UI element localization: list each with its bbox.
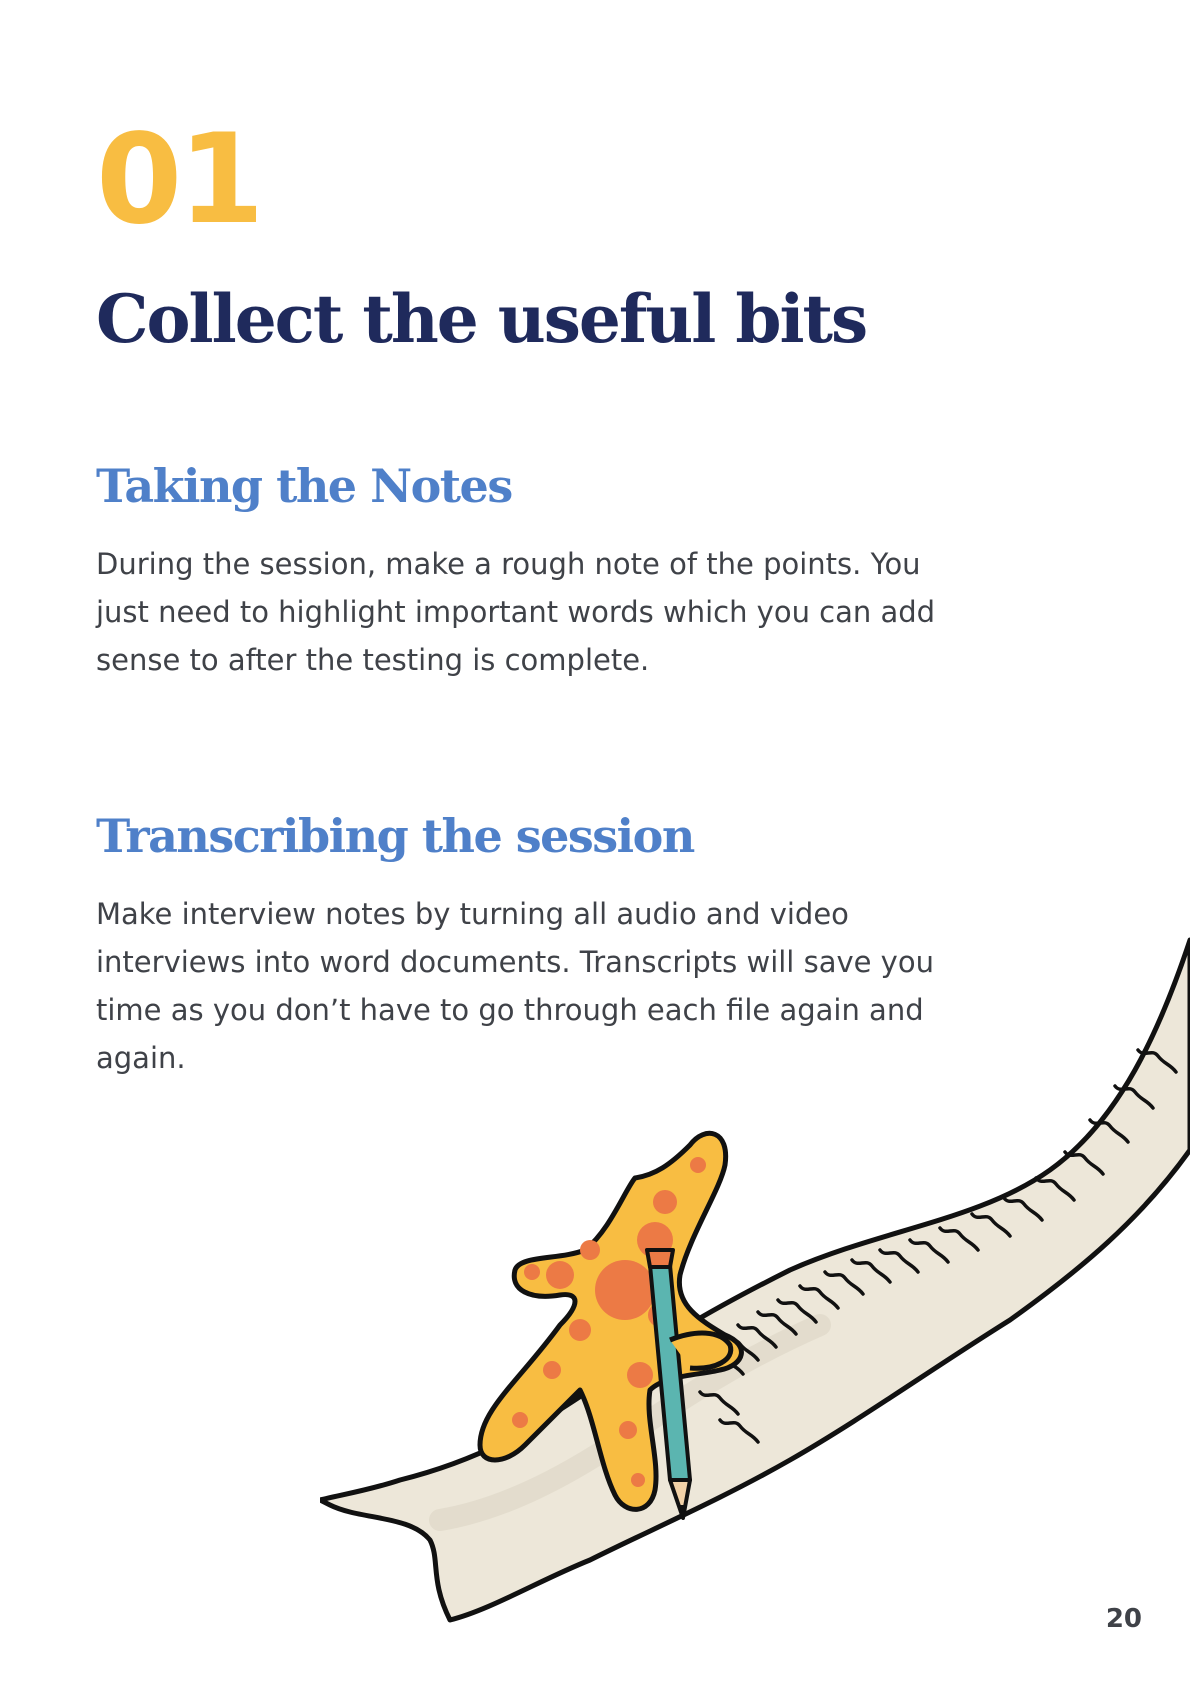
page-number: 20 [1105,1604,1142,1634]
section-body-taking-notes: During the session, make a rough note of… [96,547,936,677]
starfish-writing-on-scroll-illustration [320,937,1190,1623]
chapter-number: 01 [96,108,265,252]
section-heading-taking-notes: Taking the Notes [96,459,513,513]
page-title: Collect the useful bits [96,280,868,358]
scroll-paper [320,937,1190,1623]
section-heading-transcribing: Transcribing the session [96,809,695,863]
